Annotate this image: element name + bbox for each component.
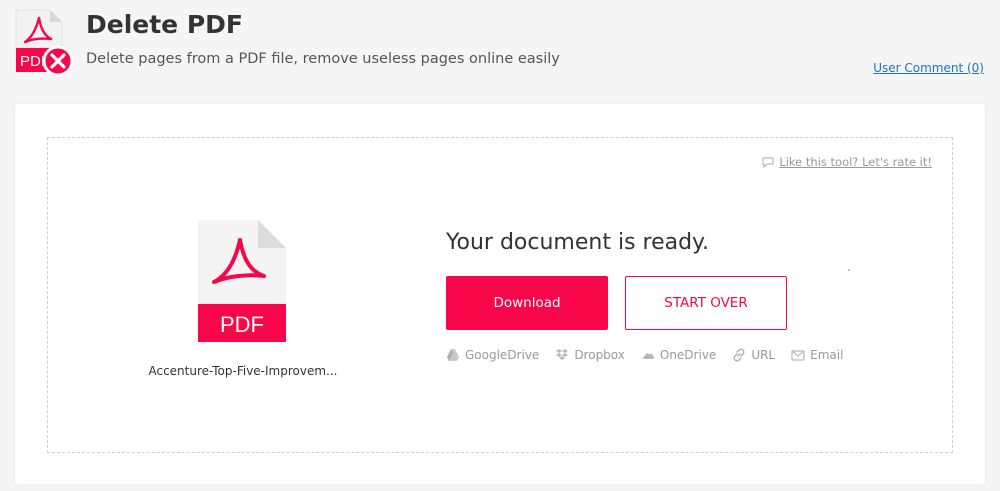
link-icon xyxy=(733,348,745,362)
share-onedrive-label: OneDrive xyxy=(659,348,717,362)
dropbox-icon xyxy=(556,349,569,360)
share-onedrive[interactable]: OneDrive xyxy=(641,348,716,362)
share-googledrive[interactable]: GoogleDrive xyxy=(446,348,539,362)
share-googledrive-label: GoogleDrive xyxy=(465,348,540,362)
share-options: GoogleDrive Dropbox OneDrive URL Email xyxy=(446,348,843,362)
page-title: Delete PDF xyxy=(86,10,243,39)
decorative-dot xyxy=(848,269,850,271)
pdf-file-icon: PDF xyxy=(198,220,286,342)
result-card: Like this tool? Let's rate it! PDF Accen… xyxy=(15,104,985,484)
rate-tool-link[interactable]: Like this tool? Let's rate it! xyxy=(762,155,932,169)
rate-tool-label: Like this tool? Let's rate it! xyxy=(779,155,932,169)
share-url-label: URL xyxy=(751,348,776,362)
file-icon-text: PDF xyxy=(220,312,264,337)
ready-title: Your document is ready. xyxy=(446,230,709,255)
onedrive-icon xyxy=(643,353,654,359)
share-url[interactable]: URL xyxy=(732,348,775,362)
download-button[interactable]: Download xyxy=(446,276,608,330)
header: PDF Delete PDF Delete pages from a PDF f… xyxy=(0,0,1000,100)
file-name: Accenture-Top-Five-Improvem... xyxy=(148,364,338,378)
email-icon xyxy=(791,350,805,361)
share-dropbox[interactable]: Dropbox xyxy=(555,348,625,362)
result-panel: Like this tool? Let's rate it! PDF Accen… xyxy=(47,137,953,453)
start-over-button[interactable]: START OVER xyxy=(625,276,787,330)
page-subtitle: Delete pages from a PDF file, remove use… xyxy=(86,51,560,67)
delete-pdf-logo-icon: PDF xyxy=(15,9,74,77)
comment-icon xyxy=(762,157,774,168)
share-email-label: Email xyxy=(810,348,844,362)
user-comment-link[interactable]: User Comment (0) xyxy=(873,61,984,75)
share-email[interactable]: Email xyxy=(791,348,843,362)
google-drive-icon xyxy=(447,349,459,361)
share-dropbox-label: Dropbox xyxy=(574,348,625,362)
